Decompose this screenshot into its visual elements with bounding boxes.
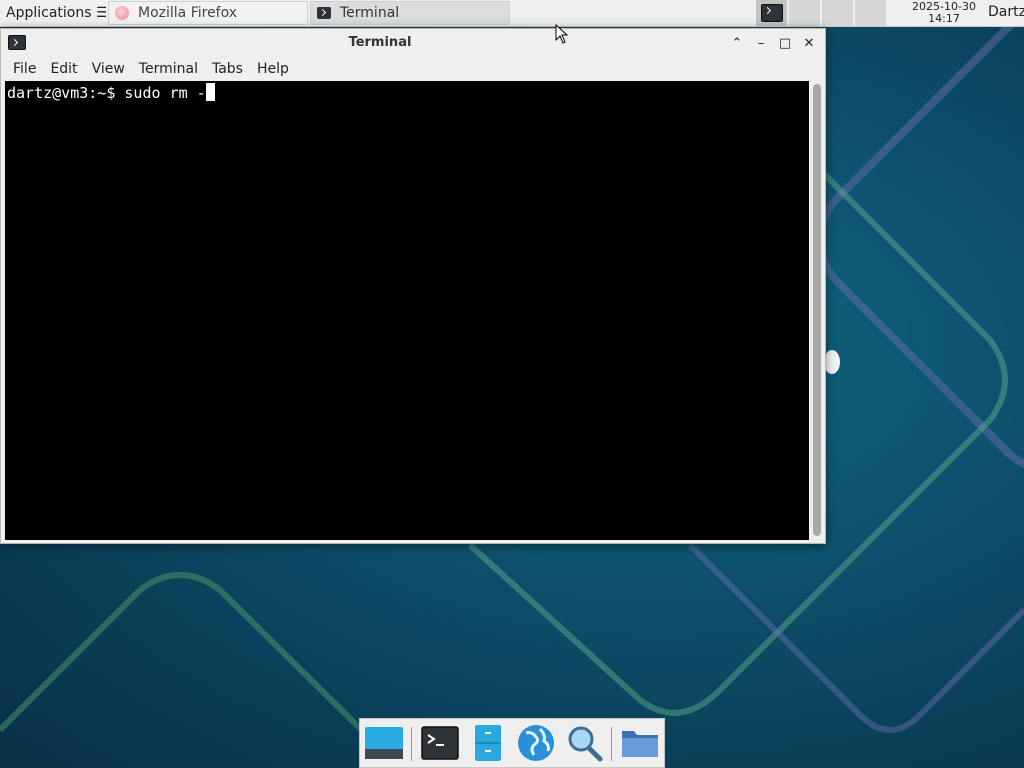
minimize-button[interactable]: – <box>751 33 771 53</box>
maximize-button[interactable]: □ <box>775 33 795 53</box>
app-finder-icon[interactable] <box>564 723 604 763</box>
top-panel: Applications ☰ Mozilla Firefox Terminal … <box>0 0 1024 27</box>
menu-tabs[interactable]: Tabs <box>205 61 250 77</box>
terminal-window: Terminal ⌃ – □ ✕ File Edit View Terminal… <box>0 28 826 544</box>
menu-file[interactable]: File <box>6 61 43 77</box>
workspace-3[interactable] <box>822 0 853 26</box>
shell-prompt: dartz@vm3:~$ <box>7 84 125 102</box>
shade-button[interactable]: ⌃ <box>727 33 747 53</box>
mouse-pointer-icon <box>555 24 569 44</box>
terminal-icon[interactable] <box>420 723 460 763</box>
window-titlebar[interactable]: Terminal ⌃ – □ ✕ <box>1 29 825 57</box>
folder-icon[interactable] <box>620 723 660 763</box>
dock-separator <box>611 727 612 761</box>
menu-view[interactable]: View <box>85 61 132 77</box>
workspace-switcher <box>756 0 886 26</box>
dock-separator <box>411 727 412 761</box>
vertical-scrollbar[interactable] <box>809 81 825 540</box>
clock[interactable]: 2025-10-30 14:17 <box>904 1 984 25</box>
menu-help[interactable]: Help <box>250 61 296 77</box>
show-desktop-icon[interactable] <box>364 723 404 763</box>
workspace-1[interactable] <box>756 0 787 26</box>
text-cursor <box>205 83 215 101</box>
window-controls: ⌃ – □ ✕ <box>727 33 819 53</box>
menu-terminal[interactable]: Terminal <box>132 61 205 77</box>
taskbar-button-terminal[interactable]: Terminal <box>310 1 510 25</box>
prompt-line: dartz@vm3:~$ sudo rm - <box>7 83 215 102</box>
menu-bar: File Edit View Terminal Tabs Help <box>1 57 825 81</box>
taskbar-label: Terminal <box>340 5 400 21</box>
close-button[interactable]: ✕ <box>799 33 819 53</box>
applications-menu[interactable]: Applications ☰ <box>0 0 106 26</box>
applications-label: Applications ☰ <box>6 5 106 21</box>
menu-edit[interactable]: Edit <box>43 61 84 77</box>
clock-time: 14:17 <box>928 12 960 25</box>
workspace-4[interactable] <box>855 0 886 26</box>
workspace-2[interactable] <box>789 0 820 26</box>
user-menu[interactable]: Dartz <box>988 4 1024 20</box>
taskbar-label: Mozilla Firefox <box>138 5 238 21</box>
scrollbar-thumb[interactable] <box>813 84 821 536</box>
firefox-icon <box>115 6 129 20</box>
web-browser-icon[interactable] <box>516 723 556 763</box>
terminal-output[interactable]: dartz@vm3:~$ sudo rm - <box>5 81 809 540</box>
file-manager-icon[interactable] <box>468 723 508 763</box>
command-input: sudo rm - <box>124 84 206 102</box>
terminal-icon <box>317 7 331 19</box>
dock <box>359 718 665 768</box>
window-title: Terminal <box>348 35 412 50</box>
terminal-icon <box>760 4 783 22</box>
taskbar-button-firefox[interactable]: Mozilla Firefox <box>108 1 308 25</box>
